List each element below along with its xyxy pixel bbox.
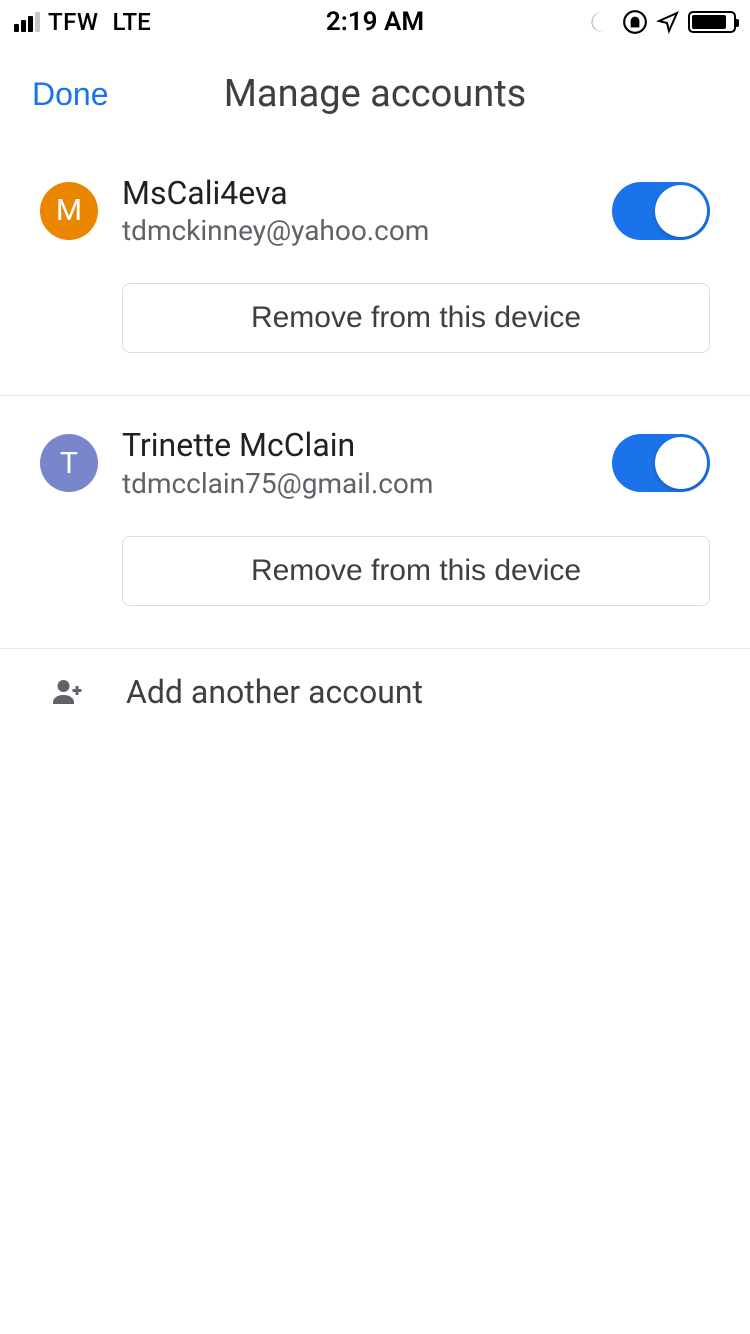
rotation-lock-icon	[622, 9, 648, 35]
carrier-label: TFW	[48, 8, 98, 36]
account-toggle[interactable]	[612, 434, 710, 492]
status-time: 2:19 AM	[326, 7, 424, 37]
toggle-knob	[655, 437, 707, 489]
account-email: tdmcclain75@gmail.com	[122, 467, 588, 500]
account-info: MsCali4eva tdmckinney@yahoo.com	[122, 174, 588, 247]
status-right	[588, 9, 736, 35]
battery-icon	[688, 11, 736, 33]
avatar: M	[40, 182, 98, 240]
account-section: M MsCali4eva tdmckinney@yahoo.com Remove…	[0, 144, 750, 396]
status-left: TFW LTE	[14, 8, 151, 36]
add-account-button[interactable]: Add another account	[0, 649, 750, 735]
remove-account-button[interactable]: Remove from this device	[122, 283, 710, 353]
account-info: Trinette McClain tdmcclain75@gmail.com	[122, 426, 588, 499]
status-bar: TFW LTE 2:19 AM	[0, 0, 750, 44]
page-title: Manage accounts	[224, 72, 527, 116]
do-not-disturb-icon	[588, 9, 614, 35]
location-icon	[656, 10, 680, 34]
network-label: LTE	[112, 8, 150, 36]
account-toggle[interactable]	[612, 182, 710, 240]
person-add-icon	[48, 674, 88, 710]
account-row: T Trinette McClain tdmcclain75@gmail.com	[40, 426, 710, 499]
toggle-knob	[655, 185, 707, 237]
add-account-label: Add another account	[126, 673, 423, 711]
account-row: M MsCali4eva tdmckinney@yahoo.com	[40, 174, 710, 247]
remove-account-button[interactable]: Remove from this device	[122, 536, 710, 606]
account-name: MsCali4eva	[122, 174, 588, 212]
done-button[interactable]: Done	[32, 76, 109, 113]
account-name: Trinette McClain	[122, 426, 588, 464]
signal-icon	[14, 12, 40, 32]
nav-header: Done Manage accounts	[0, 44, 750, 144]
account-section: T Trinette McClain tdmcclain75@gmail.com…	[0, 396, 750, 648]
account-email: tdmckinney@yahoo.com	[122, 214, 588, 247]
avatar: T	[40, 434, 98, 492]
